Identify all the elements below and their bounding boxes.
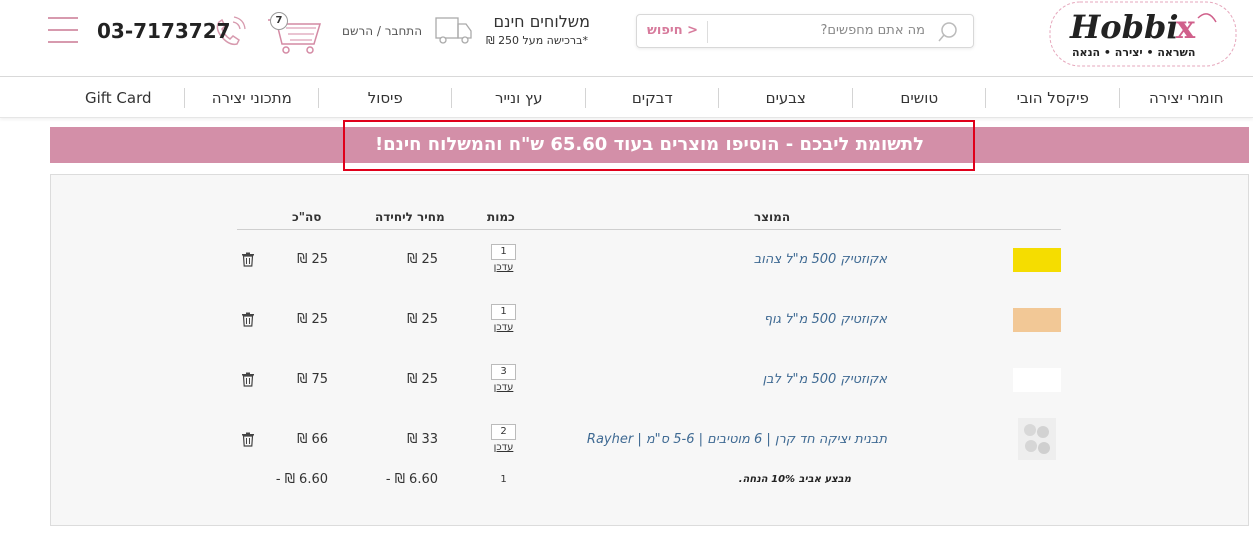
- hamburger-menu-icon[interactable]: [48, 17, 78, 45]
- quantity-input[interactable]: 3: [491, 364, 516, 380]
- svg-text:x: x: [1176, 8, 1196, 46]
- column-header-product: המוצר: [754, 210, 791, 224]
- update-quantity-link[interactable]: עדכן: [491, 442, 516, 453]
- product-title[interactable]: אקוזטיק 500 מ"ל לבן: [763, 372, 887, 387]
- line-total: 25 ₪: [297, 312, 328, 327]
- promotion-total: 6.60 ₪ -: [275, 472, 328, 487]
- nav-item-creative-materials[interactable]: חומרי יצירה: [1120, 78, 1253, 118]
- search-button[interactable]: חיפוש >: [647, 23, 698, 38]
- search-bar: חיפוש >: [636, 14, 974, 48]
- quantity-input[interactable]: 1: [491, 244, 516, 260]
- product-thumbnail[interactable]: [1013, 248, 1061, 272]
- trash-icon[interactable]: [241, 312, 255, 327]
- unit-price: 25 ₪: [407, 252, 438, 267]
- update-quantity-link[interactable]: עדכן: [491, 322, 516, 333]
- search-divider: [707, 21, 708, 43]
- nav-item-pixel-hobby[interactable]: פיקסל הובי: [986, 78, 1120, 118]
- logo-tagline: השראה • יצירה • הנאה: [1072, 46, 1196, 59]
- unit-price: 25 ₪: [407, 312, 438, 327]
- trash-icon[interactable]: [241, 252, 255, 267]
- phone-number[interactable]: 03-7173727: [97, 19, 231, 43]
- shipping-subtitle: *ברכישה מעל 250 ₪: [485, 34, 588, 47]
- line-total: 25 ₪: [297, 252, 328, 267]
- shipping-title: משלוחים חינם: [493, 12, 590, 31]
- product-thumbnail[interactable]: [1018, 418, 1056, 460]
- nav-item-craft-recipes[interactable]: מתכוני יצירה: [185, 78, 319, 118]
- promotion-label: מבצע אביב 10% הנחה.: [738, 474, 851, 485]
- column-header-unit-price: מחיר ליחידה: [375, 210, 445, 224]
- hobbix-logo[interactable]: Hobbi x: [1048, 0, 1240, 70]
- banner-highlight-box: [343, 120, 975, 171]
- unit-price: 25 ₪: [407, 372, 438, 387]
- product-title[interactable]: תבנית יציקה חד קרן | 6 מוטיבים | 5-6 ס"מ…: [587, 432, 887, 447]
- nav-item-wood-paper[interactable]: עץ ונייר: [452, 78, 586, 118]
- promotion-quantity: 1: [500, 474, 507, 485]
- search-icon[interactable]: [937, 21, 959, 43]
- cart-panel: [50, 174, 1249, 526]
- login-register-link[interactable]: התחבר / הרשם: [342, 24, 422, 38]
- nav-item-sculpting[interactable]: פיסול: [319, 78, 453, 118]
- line-total: 75 ₪: [297, 372, 328, 387]
- free-shipping-info: משלוחים חינם *ברכישה מעל 250 ₪: [434, 12, 594, 52]
- nav-item-markers[interactable]: טושים: [853, 78, 987, 118]
- cart-count-badge: 7: [270, 12, 288, 30]
- truck-icon: [434, 14, 474, 46]
- product-thumbnail[interactable]: [1013, 308, 1061, 332]
- trash-icon[interactable]: [241, 372, 255, 387]
- quantity-input[interactable]: 2: [491, 424, 516, 440]
- line-total: 66 ₪: [297, 432, 328, 447]
- trash-icon[interactable]: [241, 432, 255, 447]
- nav-list: חומרי יצירה פיקסל הובי טושים צבעים דבקים…: [50, 78, 1253, 118]
- product-thumbnail[interactable]: [1013, 368, 1061, 392]
- column-header-quantity: כמות: [487, 210, 515, 224]
- update-quantity-link[interactable]: עדכן: [491, 262, 516, 273]
- nav-item-gift-card[interactable]: Gift Card: [52, 78, 186, 118]
- nav-item-paints[interactable]: צבעים: [719, 78, 853, 118]
- product-title[interactable]: אקוזטיק 500 מ"ל גוף: [764, 312, 887, 327]
- search-input[interactable]: [715, 23, 925, 38]
- product-title[interactable]: אקוזטיק 500 מ"ל צהוב: [754, 252, 887, 267]
- header-divider: [237, 229, 1061, 230]
- promotion-unit-price: 6.60 ₪ -: [385, 472, 438, 487]
- unit-price: 33 ₪: [407, 432, 438, 447]
- main-nav: חומרי יצירה פיקסל הובי טושים צבעים דבקים…: [0, 78, 1253, 118]
- site-header: Hobbi x השראה • יצירה • הנאה חיפוש > משל…: [0, 0, 1253, 77]
- svg-text:Hobbi: Hobbi: [1069, 8, 1178, 46]
- column-header-total: סה"כ: [292, 210, 322, 224]
- quantity-input[interactable]: 1: [491, 304, 516, 320]
- update-quantity-link[interactable]: עדכן: [491, 382, 516, 393]
- nav-item-glues[interactable]: דבקים: [586, 78, 720, 118]
